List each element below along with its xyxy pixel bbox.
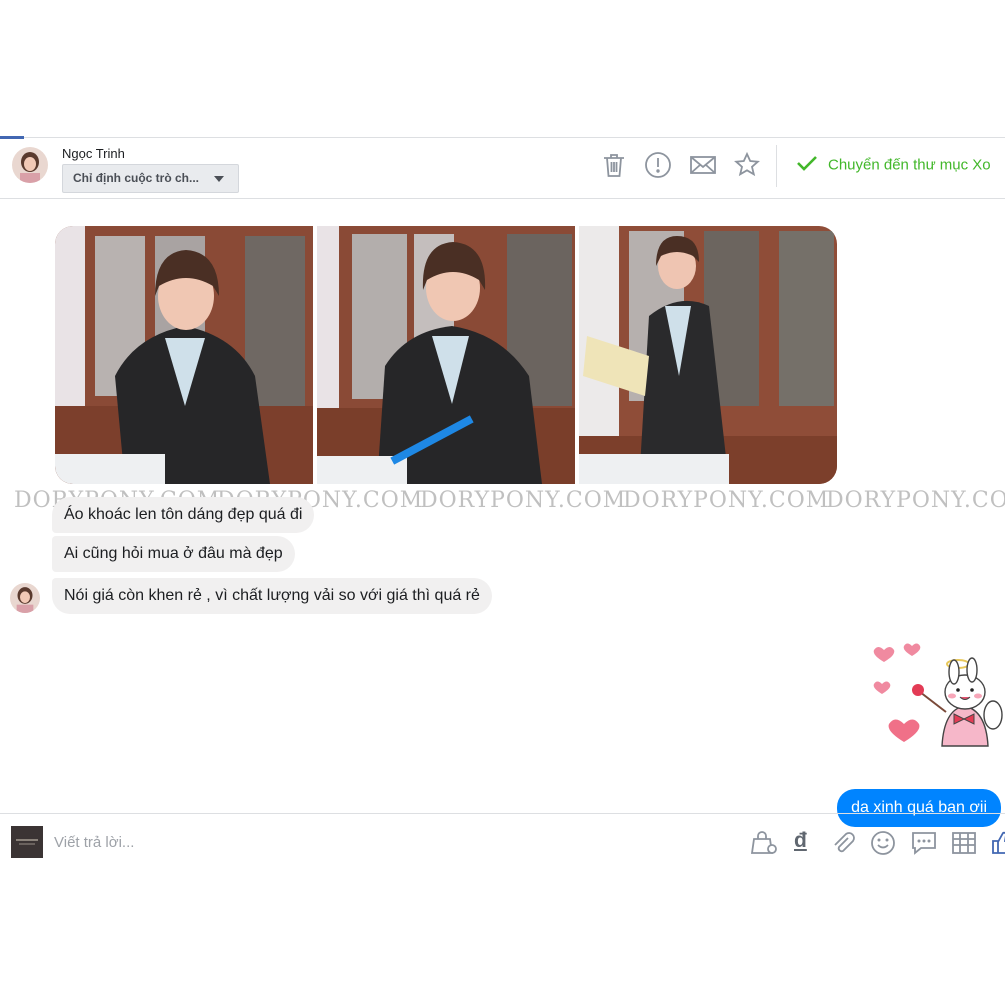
watermark-text: DORYPONY.COM	[420, 488, 627, 513]
assign-label: Chỉ định cuộc trò ch...	[73, 171, 199, 185]
incoming-message[interactable]: Ai cũng hỏi mua ở đâu mà đẹp	[52, 536, 295, 572]
watermark-text: DORYPONY.COM	[826, 488, 1005, 513]
move-to-done-label: Chuyển đến thư mục Xo	[828, 156, 991, 174]
contact-name[interactable]: Ngọc Trinh	[62, 146, 125, 161]
watermark-text: DORYPONY.COM	[623, 488, 830, 513]
check-icon	[796, 154, 818, 176]
page-logo	[11, 826, 43, 858]
sender-avatar	[10, 583, 40, 613]
contact-avatar[interactable]	[12, 147, 48, 183]
currency-icon[interactable]: đ	[794, 829, 807, 853]
photo-attachment-2[interactable]	[317, 226, 575, 484]
caret-down-icon	[214, 176, 224, 182]
assign-conversation-dropdown[interactable]: Chỉ định cuộc trò ch...	[62, 164, 239, 193]
mail-icon[interactable]	[689, 151, 717, 179]
photo-attachment-3[interactable]	[579, 226, 837, 484]
composer-divider	[0, 813, 1005, 814]
saved-reply-icon[interactable]	[911, 830, 937, 856]
bunny-sticker[interactable]	[868, 640, 1003, 755]
emoji-icon[interactable]	[870, 830, 896, 856]
trash-icon[interactable]	[600, 151, 628, 179]
photo-attachment-1[interactable]	[55, 226, 313, 484]
like-icon[interactable]	[990, 830, 1005, 856]
alert-icon[interactable]	[644, 151, 672, 179]
move-to-done-button[interactable]: Chuyển đến thư mục Xo	[796, 154, 991, 178]
reply-input[interactable]	[54, 830, 654, 854]
outgoing-message[interactable]: da xinh quá ban ơii	[837, 789, 1001, 827]
incoming-message[interactable]: Áo khoác len tôn dáng đẹp quá đi	[52, 497, 315, 533]
header-divider	[776, 145, 777, 187]
incoming-message[interactable]: Nói giá còn khen rẻ , vì chất lượng vải …	[52, 578, 492, 614]
attachment-icon[interactable]	[830, 830, 856, 856]
table-icon[interactable]	[951, 830, 977, 856]
star-icon[interactable]	[733, 151, 761, 179]
shopping-bag-icon[interactable]	[750, 830, 777, 856]
